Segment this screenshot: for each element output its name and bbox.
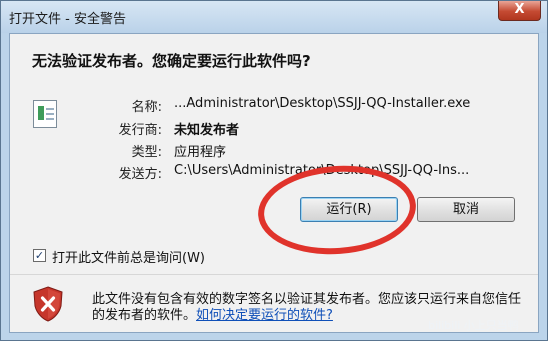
- security-warning-window: 打开文件 - 安全警告 X 无法验证发布者。您确定要运行此软件吗? 名称: ..…: [0, 0, 548, 341]
- cancel-button[interactable]: 取消: [417, 197, 515, 222]
- field-value-type: 应用程序: [174, 145, 227, 160]
- field-value-name: ...Administrator\Desktop\SSJJ-QQ-Install…: [174, 96, 471, 111]
- always-ask-checkbox[interactable]: ✓: [33, 249, 46, 262]
- dialog-panel: 无法验证发布者。您确定要运行此软件吗? 名称: ...Administrator…: [9, 33, 539, 333]
- divider: [10, 274, 538, 275]
- close-button[interactable]: X: [498, 1, 541, 21]
- video-watermark: bilibili 小上只当鸭: [428, 319, 519, 332]
- dialog-heading: 无法验证发布者。您确定要运行此软件吗?: [32, 52, 311, 70]
- field-label-type: 类型:: [131, 145, 162, 160]
- field-label-name: 名称:: [131, 100, 162, 115]
- field-label-publisher: 发行商:: [118, 123, 162, 138]
- always-ask-label[interactable]: 打开此文件前总是询问(W): [52, 247, 205, 266]
- application-file-icon: [33, 100, 57, 128]
- how-to-decide-link[interactable]: 如何决定要运行的软件?: [196, 308, 333, 323]
- title-bar: 打开文件 - 安全警告 X: [1, 1, 547, 33]
- field-value-publisher: 未知发布者: [174, 123, 240, 138]
- window-title: 打开文件 - 安全警告: [9, 12, 126, 27]
- field-label-from: 发送方:: [118, 167, 162, 182]
- security-shield-icon: [33, 286, 63, 322]
